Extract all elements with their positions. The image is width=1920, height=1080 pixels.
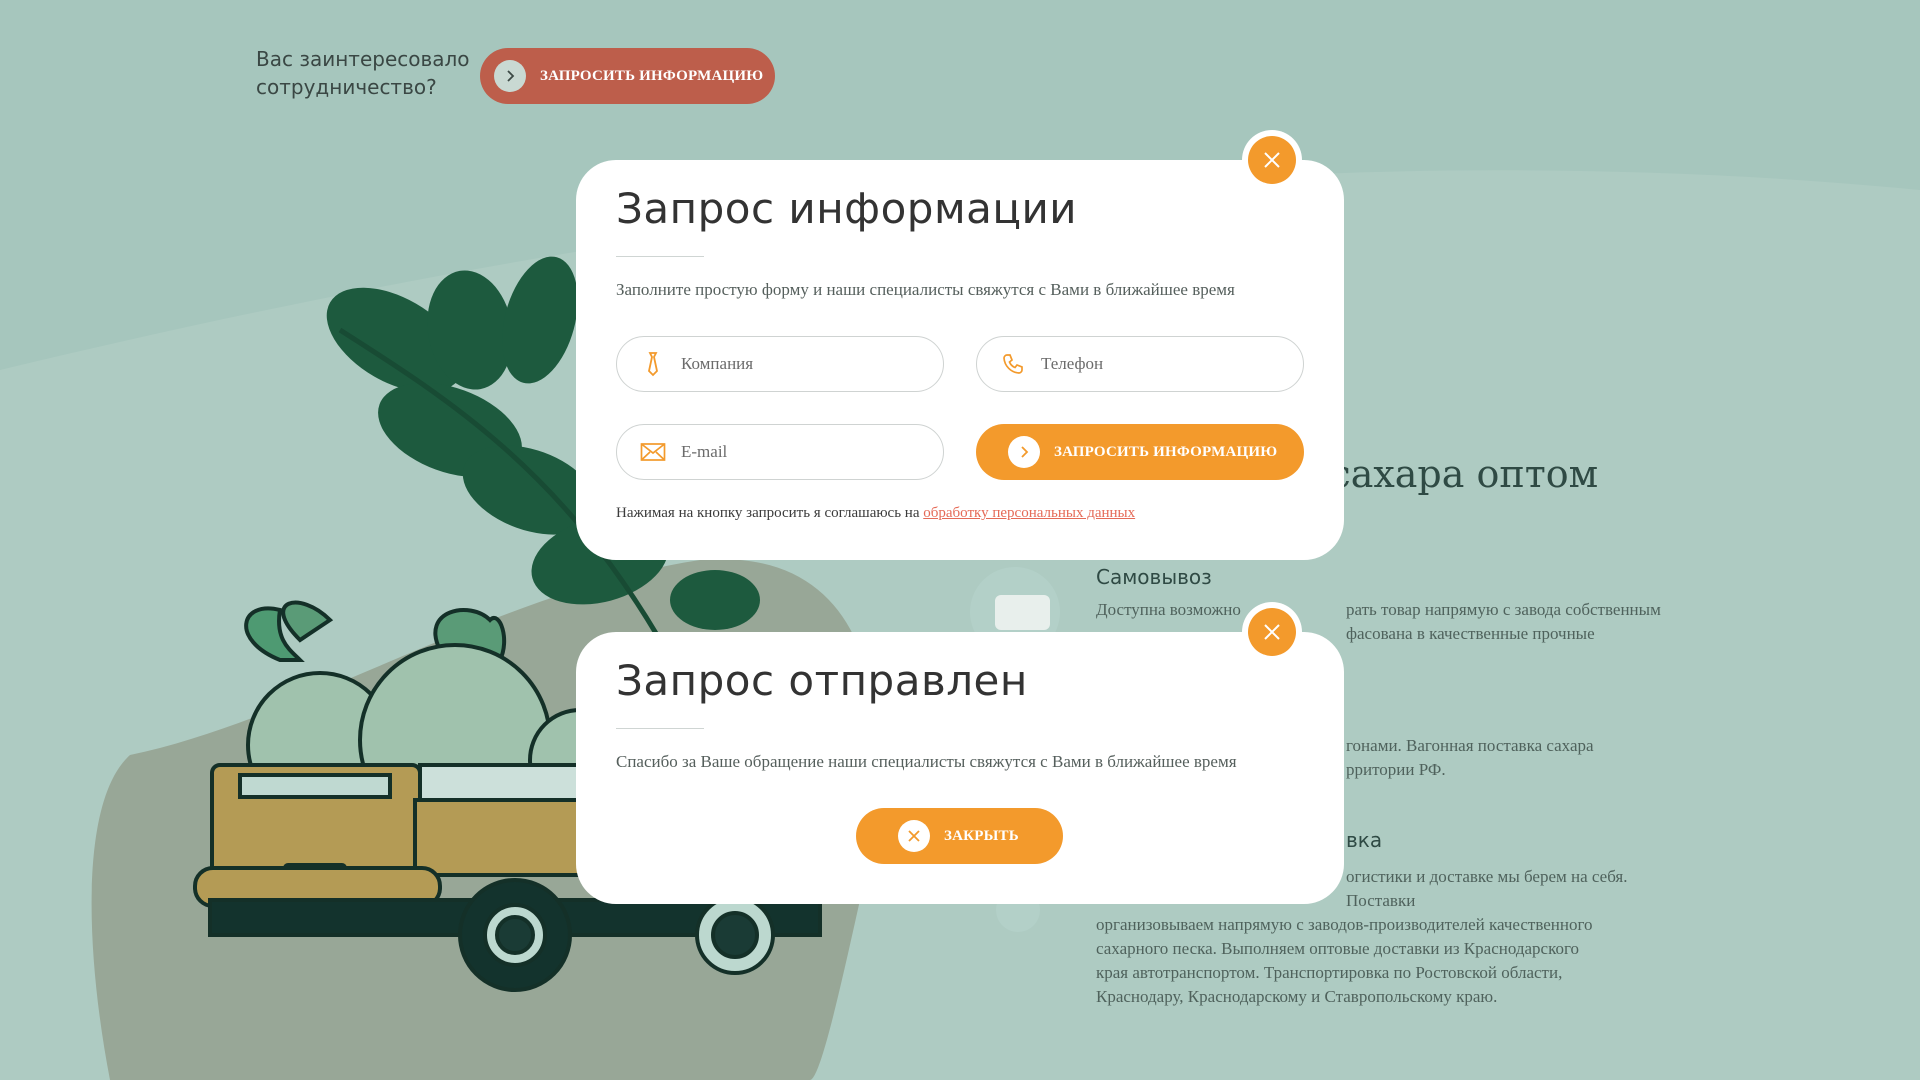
- delivery-desc-pickup-line-3: фасована в качественные прочные: [1346, 624, 1595, 643]
- close-icon: [1248, 608, 1296, 656]
- cta-question: Вас заинтересовало сотрудничество?: [256, 47, 470, 99]
- request-info-button-label: Запросить информацию: [540, 67, 764, 84]
- delivery-desc-pickup-line-2: рать товар напрямую с завода собственным: [1346, 600, 1661, 619]
- phone-input[interactable]: [1041, 354, 1281, 374]
- delivery-desc-auto-line-5: края автотранспортом. Транспортировка по…: [1096, 963, 1563, 982]
- email-input[interactable]: [681, 442, 921, 462]
- modal-title: Запрос информации: [616, 184, 1078, 233]
- delivery-desc-auto-line-1: огистики и доставке мы берем на себя.: [1346, 867, 1628, 886]
- request-info-modal: Запрос информации Заполните простую форм…: [576, 130, 1344, 560]
- delivery-desc-auto-line-4: сахарного песка. Выполняем оптовые доста…: [1096, 939, 1580, 958]
- tie-icon: [639, 350, 667, 378]
- delivery-desc-auto-line-2: Поставки: [1346, 891, 1416, 910]
- close-button-label: Закрыть: [944, 827, 1019, 844]
- modal-message: Спасибо за Ваше обращение наши специалис…: [616, 752, 1237, 771]
- delivery-desc-rail-line-1: гонами. Вагонная поставка сахара: [1346, 736, 1594, 755]
- mail-icon: [639, 438, 667, 466]
- consent-notice: Нажимая на кнопку запросить я соглашаюсь…: [616, 505, 1135, 522]
- consent-text: Нажимая на кнопку запросить я соглашаюсь…: [616, 505, 920, 521]
- phone-field[interactable]: [976, 336, 1304, 392]
- delivery-desc-auto-line-6: Краснодару, Краснодарскому и Ставропольс…: [1096, 987, 1498, 1006]
- phone-icon: [999, 350, 1027, 378]
- chevron-right-icon: [1008, 436, 1040, 468]
- delivery-desc-auto-line-3: организовываем напрямую с заводов-произв…: [1096, 915, 1593, 934]
- request-info-button[interactable]: Запросить информацию: [480, 48, 775, 104]
- privacy-policy-link[interactable]: обработку персональных данных: [923, 505, 1135, 521]
- submit-request-button[interactable]: Запросить информацию: [976, 424, 1304, 480]
- title-divider: [616, 256, 704, 257]
- delivery-title-pickup: Самовывоз: [1096, 565, 1212, 589]
- company-input[interactable]: [681, 354, 921, 374]
- close-modal-button[interactable]: [1242, 130, 1302, 190]
- email-field[interactable]: [616, 424, 944, 480]
- modal-subtitle: Заполните простую форму и наши специалис…: [616, 280, 1235, 299]
- request-sent-modal: Запрос отправлен Спасибо за Ваше обращен…: [576, 602, 1344, 904]
- submit-request-label: Запросить информацию: [1054, 443, 1278, 460]
- title-divider: [616, 728, 704, 729]
- modal-title: Запрос отправлен: [616, 656, 1028, 705]
- chevron-right-icon: [494, 60, 526, 92]
- company-field[interactable]: [616, 336, 944, 392]
- delivery-desc-rail-line-2: рритории РФ.: [1346, 760, 1446, 779]
- close-modal-button[interactable]: [1242, 602, 1302, 662]
- close-icon: [898, 820, 930, 852]
- close-button[interactable]: Закрыть: [856, 808, 1063, 864]
- delivery-title-auto: вка: [1346, 828, 1383, 852]
- delivery-desc-pickup-line-1: Доступна возможно: [1096, 600, 1241, 619]
- close-icon: [1248, 136, 1296, 184]
